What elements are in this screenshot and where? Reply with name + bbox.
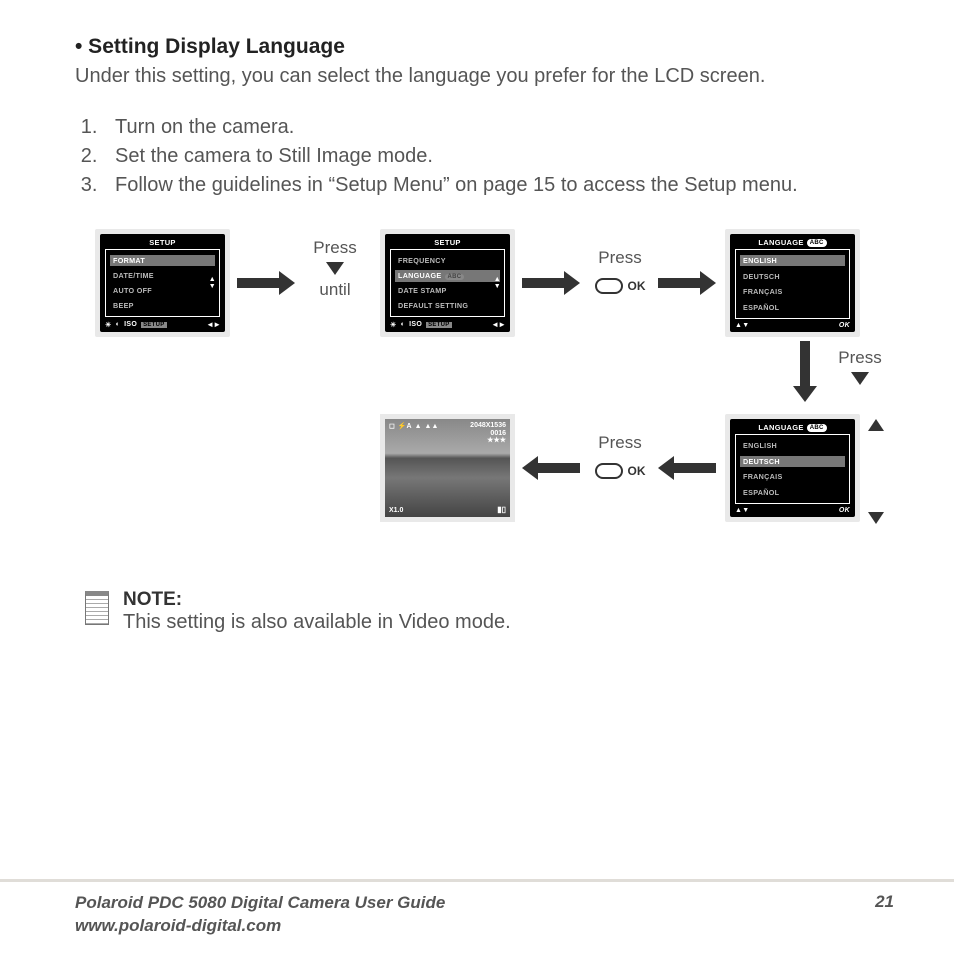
menu-item: DEFAULT SETTING <box>395 300 500 311</box>
scene-icon: ▲ <box>415 423 422 430</box>
updown-icon: ▲▼ <box>735 507 749 514</box>
page-footer: Polaroid PDC 5080 Digital Camera User Gu… <box>0 879 954 938</box>
menu-item: DATE STAMP <box>395 285 500 296</box>
lcd-setup-2: SETUP FREQUENCY LANGUAGEABC DATE STAMP D… <box>380 229 515 337</box>
menu-item: ESPAÑOL <box>740 302 845 313</box>
note-body: This setting is also available in Video … <box>123 611 511 634</box>
step-item: Turn on the camera. <box>103 114 894 141</box>
setup-tab: SETUP <box>426 322 452 328</box>
menu-item: ESPAÑOL <box>740 487 845 498</box>
press-ok-instruction: Press OK <box>585 434 655 482</box>
menu-item: LANGUAGEABC <box>395 270 500 282</box>
page-number: 21 <box>875 892 894 912</box>
contrast-icon: ◐ <box>401 321 406 328</box>
flash-auto-icon: ⚡A <box>398 422 412 430</box>
flow-diagram: SETUP FORMAT DATE/TIME AUTO OFF BEEP ▲▼ … <box>85 229 884 559</box>
lcd-language-2: LANGUAGEABC ENGLISH DEUTSCH FRANÇAIS ESP… <box>725 414 860 522</box>
down-triangle-icon <box>851 372 869 385</box>
menu-item: AUTO OFF <box>110 285 215 296</box>
camera-icon: ◻ <box>389 422 395 430</box>
menu-item: FRANÇAIS <box>740 471 845 482</box>
menu-item: DEUTSCH <box>740 456 845 467</box>
updown-icon: ▲▼ <box>494 276 501 290</box>
lcd-setup-1: SETUP FORMAT DATE/TIME AUTO OFF BEEP ▲▼ … <box>95 229 230 337</box>
resolution-label: 2048X1536 <box>470 422 506 430</box>
ok-label: OK <box>839 322 850 329</box>
lcd-language-1: LANGUAGEABC ENGLISH DEUTSCH FRANÇAIS ESP… <box>725 229 860 337</box>
press-ok-instruction: Press OK <box>585 249 655 297</box>
iso-label: ISO <box>409 321 422 328</box>
lcd-title: LANGUAGEABC <box>735 238 850 247</box>
leftright-icon: ◄► <box>491 320 505 329</box>
ok-button-icon: OK <box>595 278 646 294</box>
updown-icon: ▲▼ <box>735 322 749 329</box>
updown-icon: ▲▼ <box>209 276 216 290</box>
leftright-icon: ◄► <box>206 320 220 329</box>
press-down-instruction: Press <box>825 349 895 391</box>
brightness-icon: ☀ <box>105 321 112 329</box>
zoom-label: X1.0 <box>389 507 403 514</box>
lcd-title: SETUP <box>390 238 505 247</box>
abc-badge-icon: ABC <box>807 239 827 247</box>
landscape-icon: ▲▲ <box>425 423 439 430</box>
step-item: Set the camera to Still Image mode. <box>103 143 894 170</box>
battery-icon: ▮▯ <box>497 505 506 514</box>
lcd-title: LANGUAGEABC <box>735 423 850 432</box>
notepad-icon <box>85 591 109 625</box>
menu-item: FREQUENCY <box>395 255 500 266</box>
lcd-title: SETUP <box>105 238 220 247</box>
menu-item: BEEP <box>110 300 215 311</box>
footer-guide-title: Polaroid PDC 5080 Digital Camera User Gu… <box>75 892 445 915</box>
arrow-left-icon <box>658 456 716 480</box>
abc-badge-icon: ABC <box>807 424 827 432</box>
up-triangle-icon <box>868 419 884 431</box>
contrast-icon: ◐ <box>116 321 121 328</box>
iso-label: ISO <box>124 321 137 328</box>
arrow-right-icon <box>658 271 716 295</box>
arrow-right-icon <box>237 271 295 295</box>
down-triangle-icon <box>326 262 344 275</box>
ok-label: OK <box>839 507 850 514</box>
section-intro: Under this setting, you can select the l… <box>75 63 894 90</box>
brightness-icon: ☀ <box>390 321 397 329</box>
section-heading: • Setting Display Language <box>75 35 894 59</box>
menu-item: ENGLISH <box>740 255 845 266</box>
note-title: NOTE: <box>123 589 511 611</box>
menu-item: ENGLISH <box>740 440 845 451</box>
menu-item: DATE/TIME <box>110 270 215 281</box>
ok-button-icon: OK <box>595 463 646 479</box>
menu-item: DEUTSCH <box>740 271 845 282</box>
menu-item: FRANÇAIS <box>740 286 845 297</box>
arrow-right-icon <box>522 271 580 295</box>
note-block: NOTE: This setting is also available in … <box>85 589 894 634</box>
step-item: Follow the guidelines in “Setup Menu” on… <box>103 172 894 199</box>
abc-badge-icon: ABC <box>445 274 465 280</box>
lcd-preview: ◻ ⚡A ▲ ▲▲ 2048X1536 0016 ★★★ X1.0 ▮▯ <box>380 414 515 522</box>
arrow-left-icon <box>522 456 580 480</box>
setup-tab: SETUP <box>141 322 167 328</box>
down-triangle-icon <box>868 512 884 524</box>
menu-item: FORMAT <box>110 255 215 266</box>
press-down-instruction: Press until <box>300 239 370 298</box>
quality-stars-icon: ★★★ <box>470 437 506 445</box>
steps-list: Turn on the camera. Set the camera to St… <box>75 114 894 199</box>
footer-url: www.polaroid-digital.com <box>75 915 445 938</box>
